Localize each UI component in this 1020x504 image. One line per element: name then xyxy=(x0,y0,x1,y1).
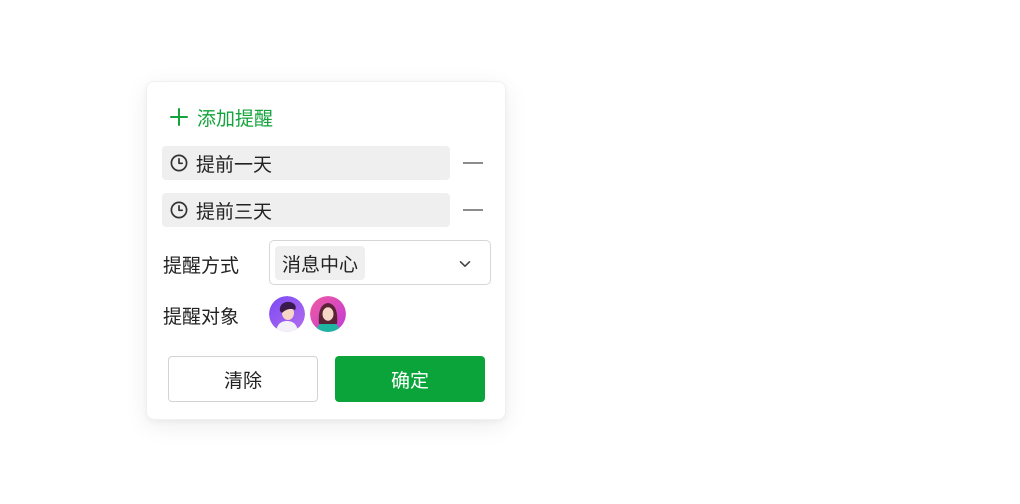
clear-button[interactable]: 清除 xyxy=(168,356,318,402)
clock-icon xyxy=(170,201,188,219)
reminder-item-three-days[interactable]: 提前三天 xyxy=(162,193,450,227)
selected-method-tag: 消息中心 xyxy=(275,246,366,280)
reminder-item-label: 提前一天 xyxy=(196,153,273,176)
reminder-target-label: 提醒对象 xyxy=(163,306,240,328)
reminder-item-label: 提前三天 xyxy=(196,200,273,223)
reminder-method-select[interactable]: 消息中心 xyxy=(269,240,491,285)
chevron-down-icon xyxy=(458,256,472,270)
clock-icon xyxy=(170,154,188,172)
add-reminder-label: 添加提醒 xyxy=(197,107,274,130)
remove-reminder-button[interactable] xyxy=(463,209,483,211)
reminder-row: 提前三天 xyxy=(162,193,492,227)
reminder-popover: 添加提醒 提前一天 提前三天 提醒方式 消息中心 提醒对象 清除 确定 xyxy=(146,81,506,420)
confirm-button[interactable]: 确定 xyxy=(335,356,485,402)
add-reminder-button[interactable]: 添加提醒 xyxy=(169,104,273,130)
remove-reminder-button[interactable] xyxy=(463,162,483,164)
avatar-female[interactable] xyxy=(310,296,346,332)
plus-icon xyxy=(169,107,189,127)
reminder-method-label: 提醒方式 xyxy=(163,255,240,277)
reminder-item-one-day[interactable]: 提前一天 xyxy=(162,146,450,180)
reminder-row: 提前一天 xyxy=(162,146,492,180)
avatar-male[interactable] xyxy=(269,296,305,332)
